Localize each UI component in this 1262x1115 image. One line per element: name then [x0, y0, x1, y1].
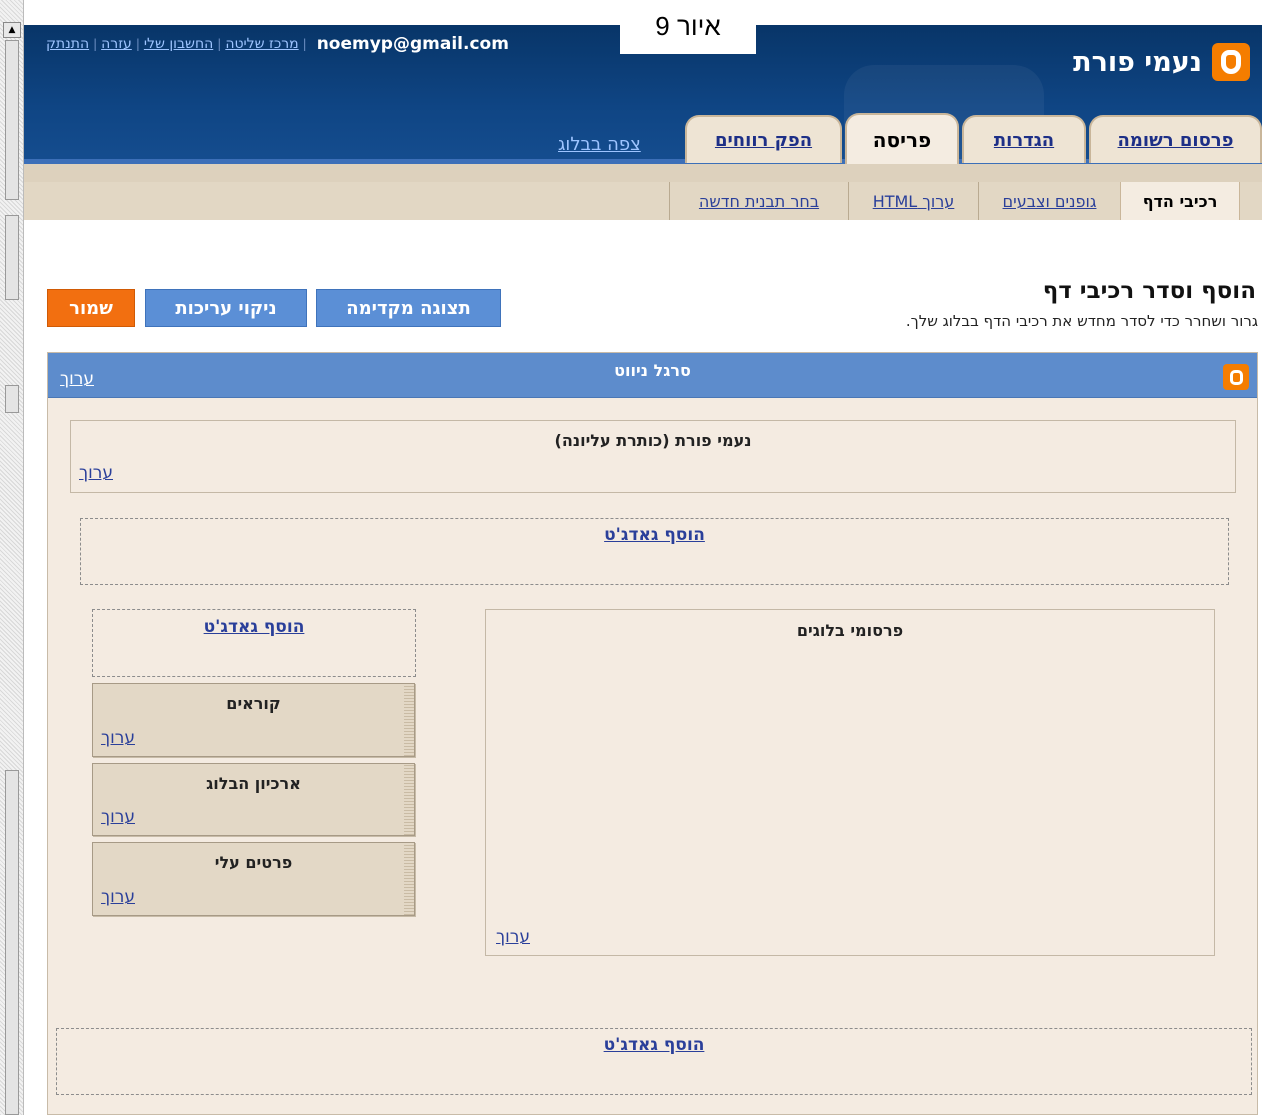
- blogger-logo-icon[interactable]: [1212, 43, 1250, 81]
- add-gadget-link[interactable]: הוסף גאדג'ט: [81, 525, 1228, 545]
- gadget-title: קוראים: [226, 694, 281, 713]
- gadget-title: ארכיון הבלוג: [206, 774, 301, 793]
- help-link[interactable]: עזרה: [101, 36, 132, 52]
- add-gadget-area-sidebar: הוסף גאדג'ט: [92, 609, 416, 677]
- navbar-gadget: סרגל ניווט ערוך: [48, 353, 1257, 398]
- navbar-edit-link[interactable]: ערוך: [60, 369, 94, 389]
- scroll-up-arrow-icon[interactable]: ▲: [3, 22, 21, 38]
- add-gadget-link[interactable]: הוסף גאדג'ט: [93, 617, 415, 637]
- gadget-edit-link[interactable]: ערוך: [101, 728, 135, 748]
- figure-label: איור 9: [620, 0, 756, 54]
- blogger-icon: [1223, 364, 1249, 390]
- layout-editor: סרגל ניווט ערוך נעמי פורת (כותרת עליונה)…: [47, 352, 1258, 1115]
- tab-new-post[interactable]: פרסום רשומה: [1089, 115, 1262, 163]
- tab-monetize[interactable]: הפק רווחים: [685, 115, 842, 163]
- gadget-edit-link[interactable]: ערוך: [101, 887, 135, 907]
- user-email: noemyp@gmail.com: [316, 34, 509, 54]
- brand: נעמי פורת: [1073, 43, 1250, 81]
- gadget-about-me[interactable]: פרטים עלי ערוך: [92, 842, 415, 916]
- top-links: התנתק | עזרה | החשבון שלי | מרכז שליטה |…: [46, 34, 509, 54]
- subtab-edit-html[interactable]: ערוך HTML: [848, 182, 978, 220]
- page-subtitle: גרור ושחרר כדי לסדר מחדש את רכיבי הדף בב…: [905, 312, 1258, 330]
- gadget-blog-archive[interactable]: ארכיון הבלוג ערוך: [92, 763, 415, 836]
- tab-layout[interactable]: פריסה: [845, 113, 959, 165]
- subtab-pick-template[interactable]: בחר תבנית חדשה: [669, 182, 848, 220]
- scroll-track-segment: [5, 215, 19, 300]
- header-gadget-edit-link[interactable]: ערוך: [79, 463, 113, 483]
- clear-edits-button[interactable]: ניקוי עריכות: [145, 289, 307, 327]
- add-gadget-area-top: הוסף גאדג'ט: [80, 518, 1229, 585]
- blog-posts-title: פרסומי בלוגים: [796, 621, 904, 640]
- blog-posts-gadget[interactable]: פרסומי בלוגים ערוך: [485, 609, 1215, 956]
- scroll-thumb[interactable]: [5, 40, 19, 200]
- navbar-title: סרגל ניווט: [614, 361, 691, 380]
- preview-button[interactable]: תצוגה מקדימה: [316, 289, 501, 327]
- subtab-page-elements[interactable]: רכיבי הדף: [1120, 182, 1240, 220]
- add-gadget-link[interactable]: הוסף גאדג'ט: [57, 1035, 1251, 1055]
- save-button[interactable]: שמור: [47, 289, 135, 327]
- scroll-track-segment: [5, 770, 19, 1115]
- scroll-track-segment: [5, 385, 19, 413]
- header-gadget-title: נעמי פורת (כותרת עליונה): [554, 431, 752, 450]
- tab-settings[interactable]: הגדרות: [962, 115, 1086, 163]
- gadget-followers[interactable]: קוראים ערוך: [92, 683, 415, 757]
- add-gadget-area-bottom: הוסף גאדג'ט: [56, 1028, 1252, 1095]
- blog-posts-edit-link[interactable]: ערוך: [496, 927, 530, 947]
- view-blog-link[interactable]: צפה בבלוג: [558, 134, 641, 155]
- header-gadget[interactable]: נעמי פורת (כותרת עליונה) ערוך: [70, 420, 1236, 493]
- dashboard-link[interactable]: מרכז שליטה: [225, 36, 298, 52]
- logout-link[interactable]: התנתק: [46, 36, 89, 52]
- gadget-title: פרטים עלי: [214, 853, 293, 872]
- vertical-scrollbar[interactable]: ▲: [0, 0, 24, 1115]
- my-account-link[interactable]: החשבון שלי: [144, 36, 213, 52]
- gadget-edit-link[interactable]: ערוך: [101, 807, 135, 827]
- blog-title: נעמי פורת: [1073, 46, 1202, 78]
- subtab-fonts-colors[interactable]: גופנים וצבעים: [978, 182, 1120, 220]
- page-title: הוסף וסדר רכיבי דף: [1042, 278, 1256, 304]
